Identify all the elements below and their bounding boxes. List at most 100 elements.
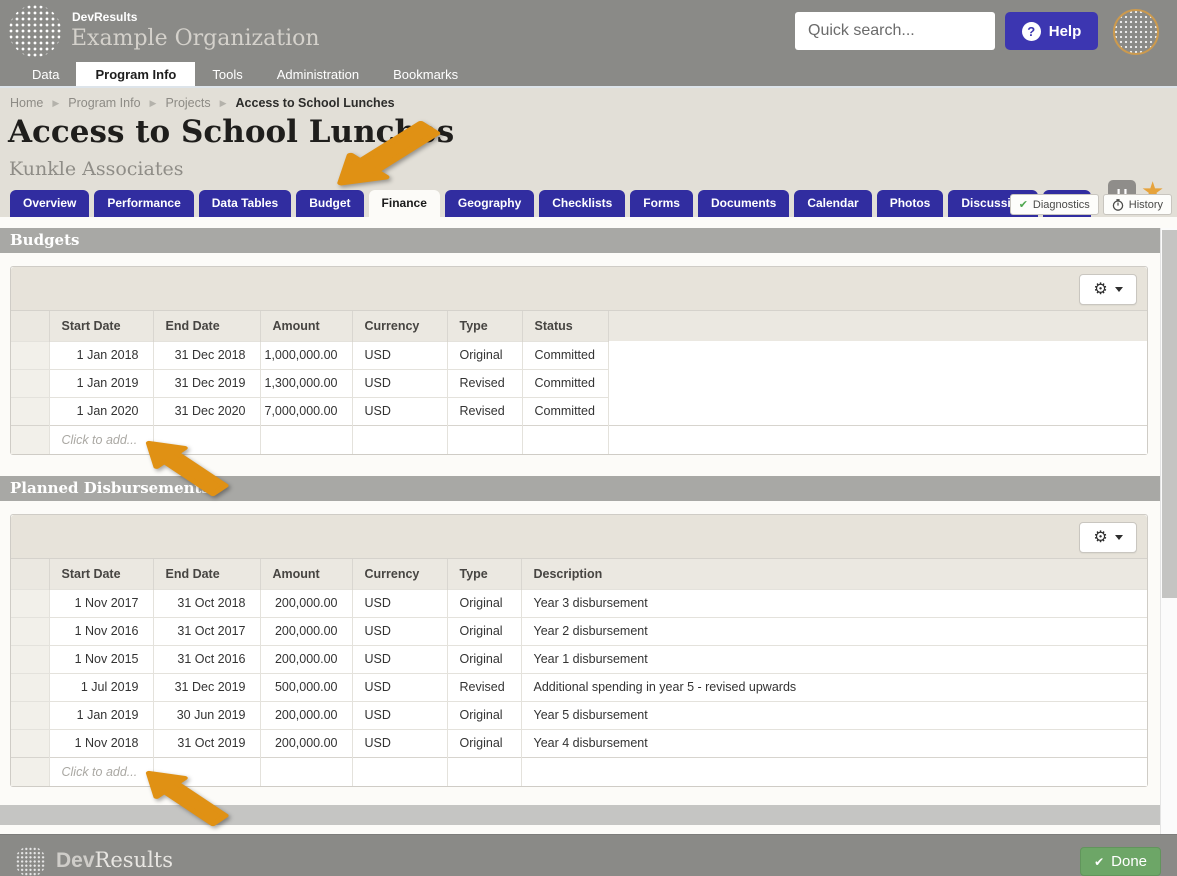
cell-end-date[interactable]: 31 Oct 2018 xyxy=(152,588,260,617)
cell-amount[interactable]: 200,000.00 xyxy=(259,644,352,673)
cell-currency[interactable]: USD xyxy=(351,396,447,425)
cell-currency[interactable]: USD xyxy=(351,616,447,645)
nav-item-administration[interactable]: Administration xyxy=(260,62,376,86)
cell-start-date[interactable]: 1 Jan 2019 xyxy=(48,700,153,729)
cell-currency[interactable]: USD xyxy=(351,368,447,397)
empty-cell[interactable] xyxy=(351,424,447,454)
cell-type[interactable]: Revised xyxy=(446,672,521,701)
search-input[interactable] xyxy=(795,22,1021,40)
row-handle[interactable] xyxy=(11,616,49,645)
tab-performance[interactable]: Performance xyxy=(94,190,194,217)
user-avatar[interactable] xyxy=(1113,9,1159,55)
cell-start-date[interactable]: 1 Jan 2018 xyxy=(48,340,153,369)
history-button[interactable]: History xyxy=(1102,194,1172,215)
cell-status[interactable]: Committed xyxy=(521,340,608,369)
cell-end-date[interactable]: 31 Dec 2018 xyxy=(152,340,260,369)
cell-type[interactable]: Original xyxy=(446,644,521,673)
cell-status[interactable]: Committed xyxy=(521,368,608,397)
cell-type[interactable]: Original xyxy=(446,700,521,729)
cell-currency[interactable]: USD xyxy=(351,672,447,701)
cell-start-date[interactable]: 1 Nov 2016 xyxy=(48,616,153,645)
empty-cell[interactable] xyxy=(259,756,352,786)
tab-photos[interactable]: Photos xyxy=(876,190,944,217)
cell-amount[interactable]: 200,000.00 xyxy=(259,700,352,729)
cell-description[interactable]: Additional spending in year 5 - revised … xyxy=(520,672,1147,701)
cell-currency[interactable]: USD xyxy=(351,728,447,757)
empty-cell[interactable] xyxy=(152,756,260,786)
cell-end-date[interactable]: 31 Oct 2019 xyxy=(152,728,260,757)
row-handle[interactable] xyxy=(11,396,49,425)
row-handle[interactable] xyxy=(11,700,49,729)
tab-geography[interactable]: Geography xyxy=(444,190,535,217)
cell-currency[interactable]: USD xyxy=(351,588,447,617)
disbursements-settings-button[interactable]: ⚙ xyxy=(1079,522,1137,553)
nav-item-bookmarks[interactable]: Bookmarks xyxy=(376,62,475,86)
cell-currency[interactable]: USD xyxy=(351,644,447,673)
quick-search-box[interactable] xyxy=(795,12,1039,50)
breadcrumb-home[interactable]: Home xyxy=(10,96,43,110)
cell-amount[interactable]: 1,000,000.00 xyxy=(259,340,352,369)
tab-overview[interactable]: Overview xyxy=(10,190,90,217)
cell-description[interactable]: Year 1 disbursement xyxy=(520,644,1147,673)
cell-amount[interactable]: 7,000,000.00 xyxy=(259,396,352,425)
cell-type[interactable]: Original xyxy=(446,588,521,617)
row-handle[interactable] xyxy=(11,728,49,757)
breadcrumb-program-info[interactable]: Program Info xyxy=(68,96,140,110)
vertical-scrollbar[interactable] xyxy=(1160,228,1177,834)
cell-amount[interactable]: 1,300,000.00 xyxy=(259,368,352,397)
tab-documents[interactable]: Documents xyxy=(697,190,790,217)
breadcrumb-projects[interactable]: Projects xyxy=(165,96,210,110)
tab-calendar[interactable]: Calendar xyxy=(794,190,872,217)
empty-cell[interactable] xyxy=(152,424,260,454)
cell-end-date[interactable]: 31 Oct 2017 xyxy=(152,616,260,645)
cell-start-date[interactable]: 1 Jul 2019 xyxy=(48,672,153,701)
tab-data-tables[interactable]: Data Tables xyxy=(198,190,292,217)
cell-end-date[interactable]: 31 Oct 2016 xyxy=(152,644,260,673)
cell-type[interactable]: Revised xyxy=(446,396,522,425)
tab-checklists[interactable]: Checklists xyxy=(539,190,626,217)
cell-description[interactable]: Year 4 disbursement xyxy=(520,728,1147,757)
cell-amount[interactable]: 200,000.00 xyxy=(259,728,352,757)
empty-cell[interactable] xyxy=(520,756,1147,786)
cell-type[interactable]: Revised xyxy=(446,368,522,397)
tab-finance[interactable]: Finance xyxy=(368,190,440,217)
cell-status[interactable]: Committed xyxy=(521,396,608,425)
cell-start-date[interactable]: 1 Jan 2019 xyxy=(48,368,153,397)
cell-start-date[interactable]: 1 Nov 2017 xyxy=(48,588,153,617)
cell-start-date[interactable]: 1 Nov 2018 xyxy=(48,728,153,757)
scrollbar-thumb[interactable] xyxy=(1162,230,1177,598)
nav-item-data[interactable]: Data xyxy=(15,62,76,86)
cell-type[interactable]: Original xyxy=(446,616,521,645)
row-handle[interactable] xyxy=(11,644,49,673)
tab-forms[interactable]: Forms xyxy=(630,190,693,217)
row-handle[interactable] xyxy=(11,340,49,369)
cell-end-date[interactable]: 31 Dec 2019 xyxy=(152,672,260,701)
click-to-add-cell[interactable]: Click to add... xyxy=(48,756,153,786)
row-handle[interactable] xyxy=(11,588,49,617)
done-button[interactable]: ✔ Done xyxy=(1080,847,1161,876)
cell-start-date[interactable]: 1 Nov 2015 xyxy=(48,644,153,673)
cell-end-date[interactable]: 31 Dec 2019 xyxy=(152,368,260,397)
cell-type[interactable]: Original xyxy=(446,340,522,369)
budgets-settings-button[interactable]: ⚙ xyxy=(1079,274,1137,305)
cell-end-date[interactable]: 31 Dec 2020 xyxy=(152,396,260,425)
empty-cell[interactable] xyxy=(259,424,352,454)
cell-currency[interactable]: USD xyxy=(351,700,447,729)
cell-description[interactable]: Year 2 disbursement xyxy=(520,616,1147,645)
cell-description[interactable]: Year 5 disbursement xyxy=(520,700,1147,729)
empty-cell[interactable] xyxy=(351,756,447,786)
cell-description[interactable]: Year 3 disbursement xyxy=(520,588,1147,617)
cell-amount[interactable]: 500,000.00 xyxy=(259,672,352,701)
cell-amount[interactable]: 200,000.00 xyxy=(259,588,352,617)
nav-item-tools[interactable]: Tools xyxy=(195,62,259,86)
cell-amount[interactable]: 200,000.00 xyxy=(259,616,352,645)
cell-type[interactable]: Original xyxy=(446,728,521,757)
empty-cell[interactable] xyxy=(446,756,521,786)
cell-currency[interactable]: USD xyxy=(351,340,447,369)
tab-budget[interactable]: Budget xyxy=(296,190,364,217)
empty-cell[interactable] xyxy=(521,424,608,454)
cell-end-date[interactable]: 30 Jun 2019 xyxy=(152,700,260,729)
click-to-add-cell[interactable]: Click to add... xyxy=(48,424,153,454)
row-handle[interactable] xyxy=(11,368,49,397)
empty-cell[interactable] xyxy=(607,424,1147,454)
